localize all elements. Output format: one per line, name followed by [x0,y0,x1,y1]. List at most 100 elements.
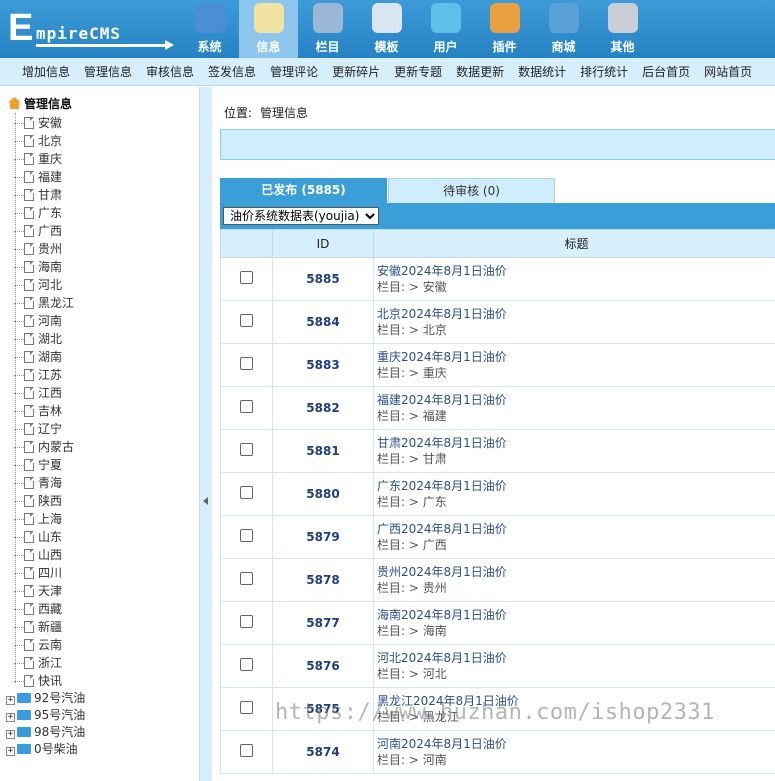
nav-item-1[interactable]: 信息 [239,0,298,58]
expand-plus-icon[interactable]: + [6,713,15,722]
tree-leaf[interactable]: 青海 [14,474,74,492]
tree-leaf[interactable]: 安徽 [14,114,74,132]
tree-folder[interactable]: +98号汽油 [6,724,85,741]
row-title-link[interactable]: 重庆2024年8月1日油价 [377,349,775,365]
row-id[interactable]: 5880 [272,472,374,516]
row-title-link[interactable]: 甘肃2024年8月1日油价 [377,435,775,451]
row-category[interactable]: 栏目: > 安徽 [377,279,775,295]
row-title-link[interactable]: 河南2024年8月1日油价 [377,736,775,752]
tree-leaf[interactable]: 河北 [14,276,74,294]
row-checkbox[interactable] [240,400,253,413]
tree-leaf[interactable]: 贵州 [14,240,74,258]
nav-item-5[interactable]: 插件 [475,0,534,58]
tree-folder[interactable]: +92号汽油 [6,690,85,707]
tree-leaf[interactable]: 海南 [14,258,74,276]
tree-leaf[interactable]: 山东 [14,528,74,546]
row-id[interactable]: 5882 [272,386,374,430]
row-checkbox[interactable] [240,529,253,542]
sub-nav-item[interactable]: 网站首页 [704,58,758,85]
row-id[interactable]: 5884 [272,300,374,344]
row-checkbox[interactable] [240,572,253,585]
row-checkbox[interactable] [240,314,253,327]
sub-nav-item[interactable]: 增加信息 [22,58,76,85]
sub-nav-item[interactable]: 排行统计 [580,58,634,85]
sub-nav-item[interactable]: 签发信息 [208,58,262,85]
row-title-link[interactable]: 广西2024年8月1日油价 [377,521,775,537]
tree-folder[interactable]: +95号汽油 [6,707,85,724]
sub-nav-item[interactable]: 数据更新 [456,58,510,85]
tree-leaf[interactable]: 天津 [14,582,74,600]
row-checkbox[interactable] [240,271,253,284]
tree-leaf[interactable]: 辽宁 [14,420,74,438]
row-title-link[interactable]: 安徽2024年8月1日油价 [377,263,775,279]
row-id[interactable]: 5875 [272,687,374,731]
sub-nav-item[interactable]: 管理评论 [270,58,324,85]
nav-item-3[interactable]: 模板 [357,0,416,58]
tree-leaf[interactable]: 福建 [14,168,74,186]
data-table-select[interactable]: 油价系统数据表(youjia) [223,207,379,225]
row-category[interactable]: 栏目: > 河北 [377,666,775,682]
collapse-arrow-icon[interactable] [203,497,208,505]
row-id[interactable]: 5885 [272,257,374,301]
nav-item-7[interactable]: 其他 [593,0,652,58]
tree-leaf[interactable]: 河南 [14,312,74,330]
row-title-link[interactable]: 北京2024年8月1日油价 [377,306,775,322]
row-category[interactable]: 栏目: > 海南 [377,623,775,639]
row-checkbox[interactable] [240,701,253,714]
row-category[interactable]: 栏目: > 甘肃 [377,451,775,467]
tree-leaf[interactable]: 浙江 [14,654,74,672]
row-id[interactable]: 5877 [272,601,374,645]
nav-item-2[interactable]: 栏目 [298,0,357,58]
row-category[interactable]: 栏目: > 北京 [377,322,775,338]
breadcrumb-current[interactable]: 管理信息 [260,106,308,120]
tree-root[interactable]: 管理信息 [8,95,72,112]
sub-nav-item[interactable]: 更新碎片 [332,58,386,85]
sidebar-splitter[interactable] [200,87,212,781]
row-title-link[interactable]: 黑龙江2024年8月1日油价 [377,693,775,709]
tree-leaf[interactable]: 快讯 [14,672,74,690]
tree-leaf[interactable]: 湖北 [14,330,74,348]
row-id[interactable]: 5881 [272,429,374,473]
nav-item-6[interactable]: 商城 [534,0,593,58]
sub-nav-item[interactable]: 审核信息 [146,58,200,85]
sub-nav-item[interactable]: 更新专题 [394,58,448,85]
tree-leaf[interactable]: 湖南 [14,348,74,366]
row-title-link[interactable]: 河北2024年8月1日油价 [377,650,775,666]
row-category[interactable]: 栏目: > 重庆 [377,365,775,381]
tree-leaf[interactable]: 宁夏 [14,456,74,474]
row-category[interactable]: 栏目: > 广西 [377,537,775,553]
row-checkbox[interactable] [240,615,253,628]
tree-leaf[interactable]: 重庆 [14,150,74,168]
tree-leaf[interactable]: 广东 [14,204,74,222]
sub-nav-item[interactable]: 管理信息 [84,58,138,85]
tree-leaf[interactable]: 陕西 [14,492,74,510]
row-category[interactable]: 栏目: > 广东 [377,494,775,510]
nav-item-4[interactable]: 用户 [416,0,475,58]
row-title-link[interactable]: 贵州2024年8月1日油价 [377,564,775,580]
row-checkbox[interactable] [240,744,253,757]
row-checkbox[interactable] [240,658,253,671]
row-category[interactable]: 栏目: > 贵州 [377,580,775,596]
row-category[interactable]: 栏目: > 福建 [377,408,775,424]
tab-pending[interactable]: 待审核 (0) [388,178,555,203]
tree-leaf[interactable]: 上海 [14,510,74,528]
tree-leaf[interactable]: 四川 [14,564,74,582]
tree-leaf[interactable]: 甘肃 [14,186,74,204]
tree-leaf[interactable]: 黑龙江 [14,294,74,312]
tree-leaf[interactable]: 西藏 [14,600,74,618]
row-id[interactable]: 5879 [272,515,374,559]
row-checkbox[interactable] [240,486,253,499]
row-title-link[interactable]: 福建2024年8月1日油价 [377,392,775,408]
tree-leaf[interactable]: 江苏 [14,366,74,384]
tree-leaf[interactable]: 云南 [14,636,74,654]
tree-leaf[interactable]: 江西 [14,384,74,402]
tree-leaf[interactable]: 新疆 [14,618,74,636]
row-title-link[interactable]: 广东2024年8月1日油价 [377,478,775,494]
nav-item-0[interactable]: 系统 [180,0,239,58]
tree-leaf[interactable]: 北京 [14,132,74,150]
row-checkbox[interactable] [240,357,253,370]
tab-published[interactable]: 已发布 (5885) [220,178,387,203]
row-id[interactable]: 5876 [272,644,374,688]
row-category[interactable]: 栏目: > 河南 [377,752,775,768]
expand-plus-icon[interactable]: + [6,747,15,756]
